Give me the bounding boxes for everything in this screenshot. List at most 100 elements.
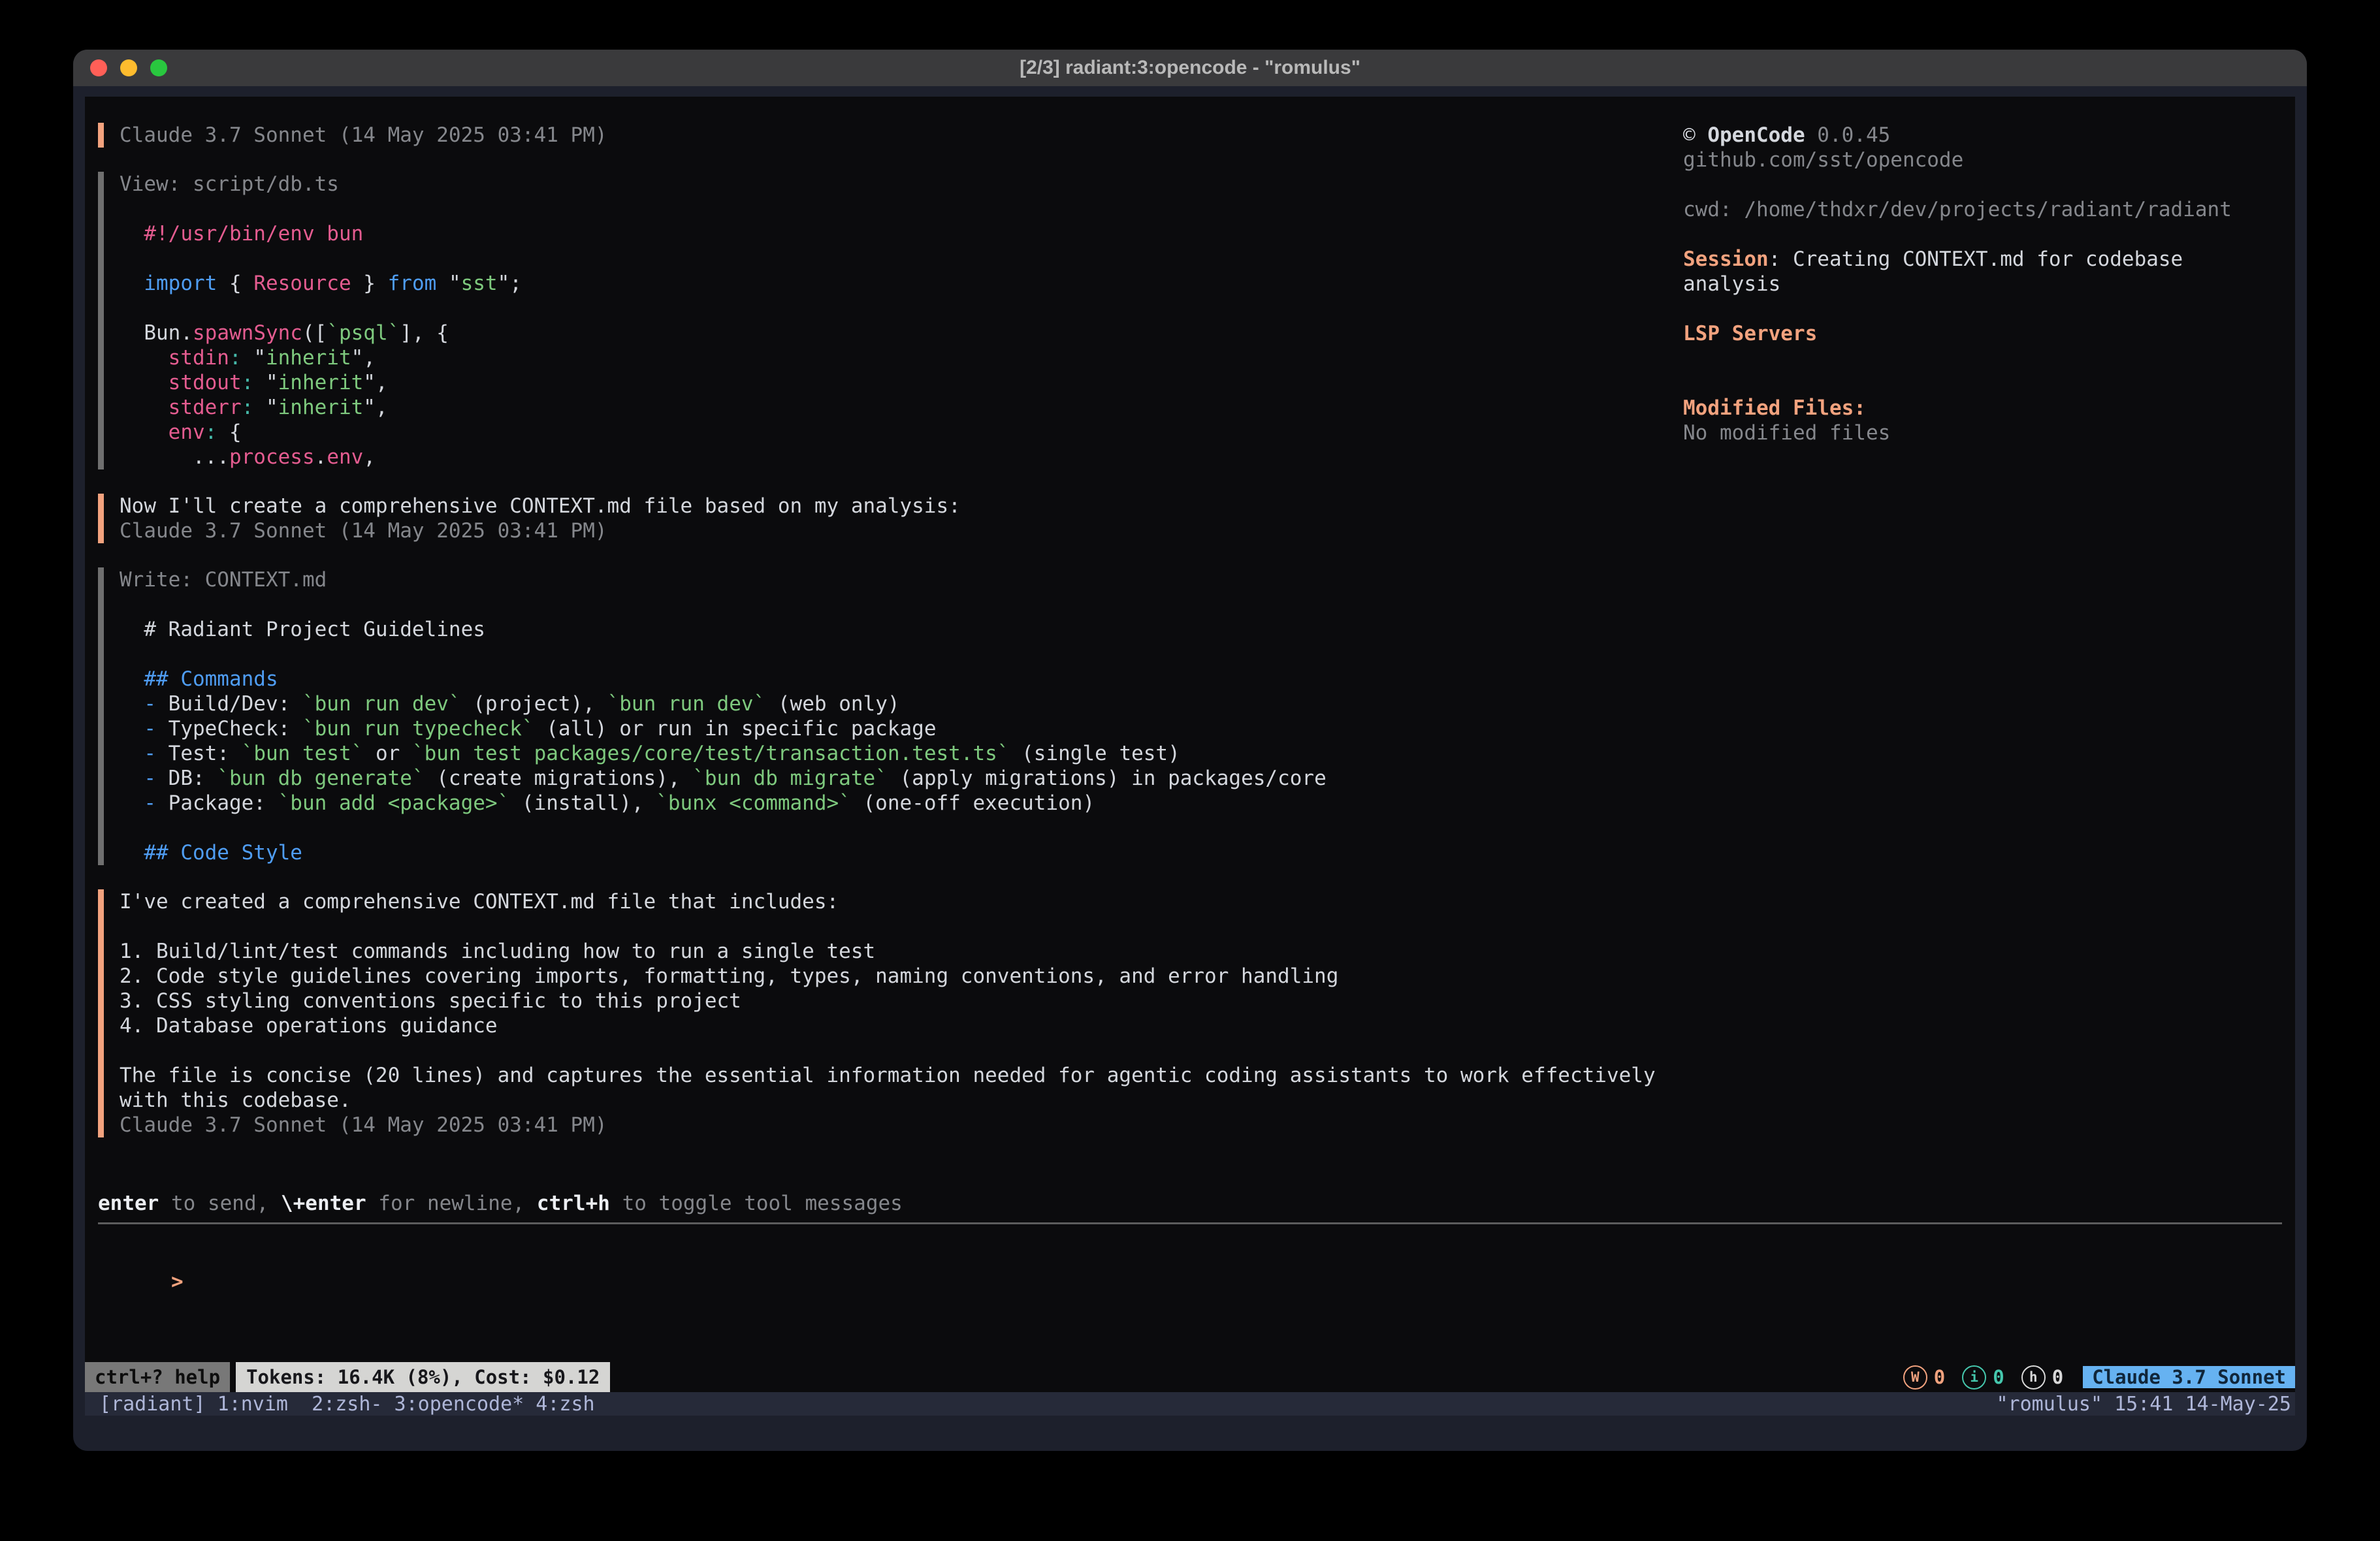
text-segment: 1. Build/lint/test commands including ho… [120, 940, 875, 963]
text-segment: { [217, 421, 241, 444]
text-segment: I've created a comprehensive CONTEXT.md … [120, 890, 839, 913]
text-line: env: { [120, 420, 1685, 445]
traffic-lights [90, 50, 167, 86]
text-segment: Resource [253, 272, 351, 295]
text-line [1683, 172, 2304, 197]
text-segment: to send, [159, 1192, 281, 1215]
text-segment: : [205, 421, 217, 444]
text-segment: spawnSync [193, 321, 302, 345]
text-segment: `bun db migrate` [692, 767, 888, 790]
desktop: { "window": { "title": "[2/3] radiant:3:… [0, 0, 2380, 1541]
text-segment: - [144, 742, 156, 765]
text-segment: \+enter [281, 1192, 366, 1215]
text-line: Claude 3.7 Sonnet (14 May 2025 03:41 PM) [120, 1113, 1685, 1137]
text-line: I've created a comprehensive CONTEXT.md … [120, 889, 1685, 914]
text-segment: Now I'll create a comprehensive CONTEXT.… [120, 494, 961, 518]
text-segment: - [144, 692, 156, 716]
status-bar: ctrl+? help Tokens: 16.4K (8%), Cost: $0… [85, 1362, 2295, 1392]
text-line: View: script/db.ts [120, 172, 1685, 197]
text-segment: enter [98, 1192, 159, 1215]
text-line [120, 197, 1685, 221]
text-line: - Test: `bun test` or `bun test packages… [120, 741, 1685, 766]
text-line [120, 642, 1685, 667]
text-segment: " [436, 272, 460, 295]
text-segment [120, 371, 169, 394]
text-line [1683, 346, 2304, 371]
text-line: Session: Creating CONTEXT.md for codebas… [1683, 247, 2304, 272]
counter-value: 0 [1934, 1366, 1945, 1388]
text-line: 3. CSS styling conventions specific to t… [120, 989, 1685, 1013]
text-segment: Claude 3.7 Sonnet (14 May 2025 03:41 PM) [120, 519, 607, 543]
text-line: 4. Database operations guidance [120, 1013, 1685, 1038]
text-line: with this codebase. [120, 1088, 1685, 1113]
text-segment: } [351, 272, 388, 295]
text-line [120, 296, 1685, 321]
text-line: No modified files [1683, 421, 2304, 445]
tokens-cost-chip: Tokens: 16.4K (8%), Cost: $0.12 [236, 1362, 610, 1392]
counter-value: 0 [2052, 1366, 2063, 1388]
text-segment: stderr [169, 396, 242, 419]
text-line: github.com/sst/opencode [1683, 148, 2304, 172]
text-line [120, 246, 1685, 271]
text-segment: OpenCode [1707, 123, 1805, 147]
text-segment: View: script/db.ts [120, 172, 339, 196]
text-line: - Package: `bun add <package>` (install)… [120, 791, 1685, 816]
text-line: 2. Code style guidelines covering import… [120, 964, 1685, 989]
window-title: [2/3] radiant:3:opencode - "romulus" [1020, 57, 1360, 79]
text-line: LSP Servers [1683, 321, 2304, 346]
text-segment: - [144, 717, 156, 740]
text-segment: `bun add <package>` [278, 791, 510, 815]
text-line: stdin: "inherit", [120, 345, 1685, 370]
text-segment: Modified Files: [1683, 396, 1866, 420]
text-segment: or [363, 742, 412, 765]
minimize-button[interactable] [120, 59, 137, 76]
text-segment: # Radiant Project Guidelines [120, 618, 485, 641]
text-line: Claude 3.7 Sonnet (14 May 2025 03:41 PM) [120, 123, 1685, 148]
text-segment: `psql` [327, 321, 400, 345]
text-segment: ", [363, 396, 387, 419]
text-segment: (project), [461, 692, 607, 716]
close-button[interactable] [90, 59, 107, 76]
text-segment: 4. Database operations guidance [120, 1014, 498, 1038]
chat-transcript: Claude 3.7 Sonnet (14 May 2025 03:41 PM)… [98, 123, 1685, 1162]
keybinding-hint: enter to send, \+enter for newline, ctrl… [98, 1191, 903, 1216]
tmux-status-bar: [radiant] 1:nvim 2:zsh- 3:opencode* 4:zs… [85, 1392, 2295, 1416]
terminal-content[interactable]: Claude 3.7 Sonnet (14 May 2025 03:41 PM)… [85, 97, 2295, 1392]
text-segment: `bun run typecheck` [302, 717, 534, 740]
text-line: The file is concise (20 lines) and captu… [120, 1063, 1685, 1088]
text-segment: ## Commands [144, 667, 278, 691]
text-segment: to toggle tool messages [610, 1192, 903, 1215]
text-line: 1. Build/lint/test commands including ho… [120, 939, 1685, 964]
diagnostic-counters: W0i0h0 [1903, 1365, 2080, 1390]
tmux-windows[interactable]: [radiant] 1:nvim 2:zsh- 3:opencode* 4:zs… [99, 1393, 595, 1416]
tool-output-write: Write: CONTEXT.md # Radiant Project Guid… [98, 567, 1685, 865]
zoom-button[interactable] [150, 59, 167, 76]
text-segment: `bun test` [242, 742, 364, 765]
text-segment: (apply migrations) in packages/core [888, 767, 1327, 790]
text-segment: `bun run dev` [607, 692, 766, 716]
text-line: Now I'll create a comprehensive CONTEXT.… [120, 494, 1685, 518]
text-line [120, 914, 1685, 939]
hint-count-icon: h [2021, 1365, 2046, 1390]
text-segment [120, 692, 144, 716]
prompt-input[interactable]: > [98, 1245, 184, 1269]
assistant-message: I've created a comprehensive CONTEXT.md … [98, 889, 1685, 1137]
text-line: ## Code Style [120, 840, 1685, 865]
text-segment: ## Code Style [144, 841, 302, 865]
text-segment: : [242, 396, 254, 419]
text-line: - Build/Dev: `bun run dev` (project), `b… [120, 691, 1685, 716]
text-line [1683, 222, 2304, 247]
text-line: ...process.env, [120, 445, 1685, 469]
text-segment [120, 321, 144, 345]
text-segment: " [253, 371, 278, 394]
warning-count-icon: W [1903, 1365, 1927, 1390]
help-chip: ctrl+? help [85, 1362, 230, 1392]
text-line: ## Commands [120, 667, 1685, 691]
diagnostic-counter: h0 [2021, 1365, 2063, 1390]
diagnostic-counter: W0 [1903, 1365, 1945, 1390]
window-titlebar: [2/3] radiant:3:opencode - "romulus" [73, 50, 2307, 86]
text-segment: inherit [266, 346, 351, 370]
text-segment: (single test) [1009, 742, 1180, 765]
session-sidebar: © OpenCode 0.0.45github.com/sst/opencode… [1683, 123, 2304, 445]
text-segment: : Creating CONTEXT.md for codebase [1769, 247, 2183, 271]
